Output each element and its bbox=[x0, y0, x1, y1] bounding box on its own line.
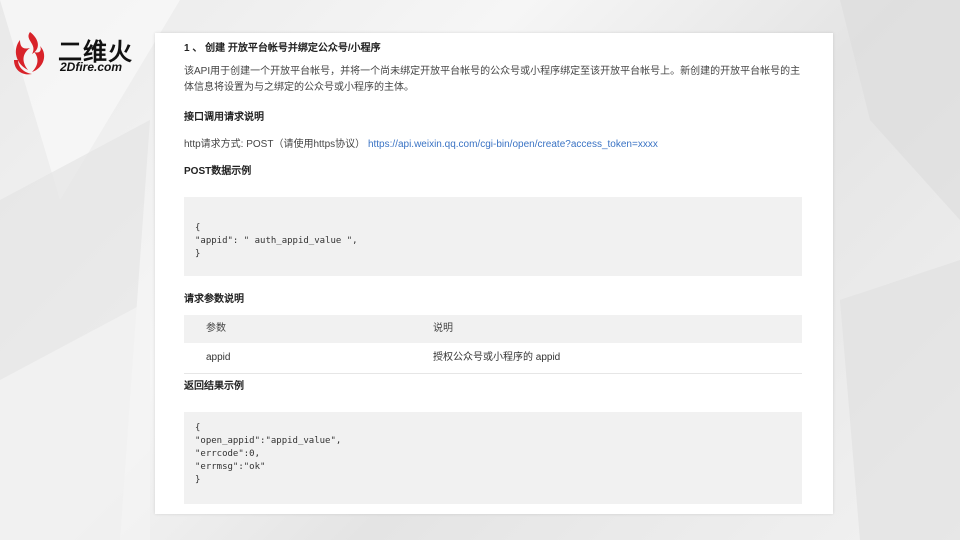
code-line: "errcode":0, bbox=[195, 449, 261, 459]
params-heading: 请求参数说明 bbox=[184, 294, 244, 305]
post-heading: POST数据示例 bbox=[184, 166, 252, 177]
code-line: } bbox=[195, 475, 201, 485]
request-heading: 接口调用请求说明 bbox=[184, 112, 264, 123]
doc-title: 1 、 创建 开放平台帐号并绑定公众号/小程序 bbox=[184, 43, 381, 54]
table-header-param: 参数 bbox=[206, 323, 226, 334]
http-url-link[interactable]: https://api.weixin.qq.com/cgi-bin/open/c… bbox=[368, 139, 658, 150]
brand-logo: 二维火 2Dfire.com bbox=[8, 30, 148, 76]
logo-english-text: 2Dfire.com bbox=[60, 60, 123, 74]
table-cell-desc: 授权公众号或小程序的 appid bbox=[433, 352, 561, 363]
http-method-label: http请求方式: POST（请使用https协议） bbox=[184, 139, 366, 150]
table-cell-param: appid bbox=[206, 352, 231, 363]
flame-logo-icon bbox=[14, 32, 45, 75]
table-header-row: 参数 说明 bbox=[184, 315, 802, 343]
code-line: } bbox=[195, 249, 201, 259]
result-code-block: { "open_appid":"appid_value", "errcode":… bbox=[184, 412, 802, 504]
document-card: 1 、 创建 开放平台帐号并绑定公众号/小程序 该API用于创建一个开放平台帐号… bbox=[155, 33, 833, 514]
result-heading: 返回结果示例 bbox=[184, 381, 244, 392]
post-code-block: { "appid": " auth_appid_value ", } bbox=[184, 197, 802, 276]
code-line: "errmsg":"ok" bbox=[195, 462, 266, 472]
code-line: { bbox=[195, 423, 201, 433]
params-table: 参数 说明 appid 授权公众号或小程序的 appid bbox=[184, 315, 802, 374]
code-line: "open_appid":"appid_value", bbox=[195, 436, 342, 446]
table-row: appid 授权公众号或小程序的 appid bbox=[184, 343, 802, 374]
intro-paragraph: 该API用于创建一个开放平台帐号，并将一个尚未绑定开放平台帐号的公众号或小程序绑… bbox=[184, 66, 801, 93]
code-line: "appid": " auth_appid_value ", bbox=[195, 236, 358, 246]
http-request-line: http请求方式: POST（请使用https协议） https://api.w… bbox=[184, 135, 658, 150]
table-header-desc: 说明 bbox=[433, 323, 453, 334]
code-line: { bbox=[195, 223, 201, 233]
